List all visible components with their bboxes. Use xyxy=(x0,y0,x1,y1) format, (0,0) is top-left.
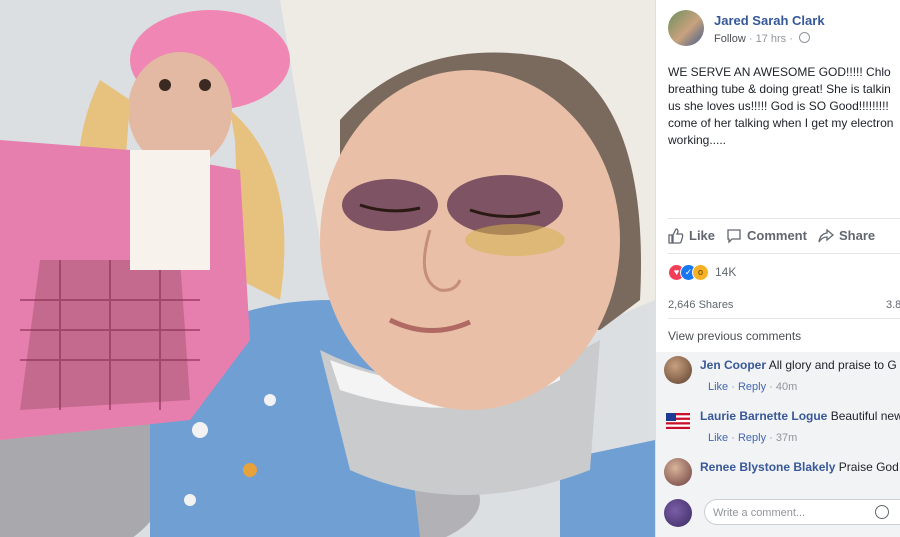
thumbs-up-icon xyxy=(668,228,684,244)
wow-icon: o xyxy=(692,264,709,281)
reaction-count[interactable]: 14K xyxy=(715,265,736,279)
comment-bubble: Renee Blystone Blakely Praise God xyxy=(700,460,899,474)
view-previous-comments[interactable]: View previous comments xyxy=(668,329,801,343)
comment-actions: Like · Reply · 40m xyxy=(708,381,798,393)
photo-illustration xyxy=(0,0,655,537)
post-text-line: us she loves us!!!!! God is SO Good!!!!!… xyxy=(668,99,889,113)
comment-reply-link[interactable]: Reply xyxy=(738,432,766,444)
post-sidebar: Jared Sarah Clark Follow · 17 hrs · WE S… xyxy=(655,0,900,537)
post-photo[interactable] xyxy=(0,0,655,537)
view-count-partial: 3.8 xyxy=(886,299,900,311)
commenter-name[interactable]: Renee Blystone Blakely xyxy=(700,460,835,474)
comment-item: Laurie Barnette Logue Beautiful new Like… xyxy=(664,403,900,449)
meta-separator-2: · xyxy=(789,33,796,45)
comment-bubble: Laurie Barnette Logue Beautiful new xyxy=(700,409,900,423)
share-button[interactable]: Share xyxy=(818,228,875,244)
reactions-summary[interactable]: ♥ ✓ o 14K xyxy=(668,264,900,282)
follow-link[interactable]: Follow xyxy=(714,33,746,45)
comment-like-link[interactable]: Like xyxy=(708,432,728,444)
commenter-avatar[interactable] xyxy=(664,458,692,486)
post-meta: Follow · 17 hrs · xyxy=(714,32,810,45)
divider xyxy=(668,318,900,319)
comment-bubble: Jen Cooper All glory and praise to G xyxy=(700,358,897,372)
like-label: Like xyxy=(689,228,716,243)
meta-separator: · xyxy=(748,33,756,45)
post-text-line: breathing tube & doing great! She is tal… xyxy=(668,82,891,96)
commenter-avatar[interactable] xyxy=(664,356,692,384)
post-text: WE SERVE AN AWESOME GOD!!!!! Chlo breath… xyxy=(668,64,900,149)
share-count[interactable]: 2,646 Shares xyxy=(668,299,733,311)
emoji-icon[interactable] xyxy=(875,505,889,519)
comment-actions: Like · Reply · 37m xyxy=(708,432,798,444)
divider xyxy=(668,253,900,254)
post-time[interactable]: 17 hrs xyxy=(756,33,787,45)
viewer-avatar xyxy=(664,499,692,527)
like-button[interactable]: Like xyxy=(668,228,715,244)
comment-text: Praise God xyxy=(838,460,899,474)
divider xyxy=(668,218,900,219)
comment-composer: Write a comment... xyxy=(664,497,900,529)
comment-text: Beautiful new xyxy=(830,409,900,423)
comment-item: Jen Cooper All glory and praise to G Lik… xyxy=(664,352,900,398)
post-header: Jared Sarah Clark Follow · 17 hrs · xyxy=(668,10,900,50)
post-actions: Like Comment Share xyxy=(668,226,900,248)
comment-reply-link[interactable]: Reply xyxy=(738,381,766,393)
comment-text: All glory and praise to G xyxy=(768,358,897,372)
author-avatar[interactable] xyxy=(668,10,704,46)
comment-label: Comment xyxy=(747,228,807,243)
comment-input[interactable]: Write a comment... xyxy=(704,499,900,525)
comment-time: 37m xyxy=(775,432,798,444)
comment-icon xyxy=(727,229,741,244)
post-text-line: come of her talking when I get my electr… xyxy=(668,116,894,130)
comments-section: Jen Cooper All glory and praise to G Lik… xyxy=(656,352,900,537)
share-label: Share xyxy=(839,228,876,243)
share-icon xyxy=(818,228,835,243)
comment-time: 40m xyxy=(775,381,798,393)
comment-button[interactable]: Comment xyxy=(726,228,807,244)
commenter-name[interactable]: Laurie Barnette Logue xyxy=(700,409,827,423)
post-text-line: WE SERVE AN AWESOME GOD!!!!! Chlo xyxy=(668,65,891,79)
comment-like-link[interactable]: Like xyxy=(708,381,728,393)
commenter-name[interactable]: Jen Cooper xyxy=(700,358,766,372)
us-flag-icon xyxy=(666,413,690,429)
flag-avatar[interactable] xyxy=(664,407,692,435)
globe-icon xyxy=(798,32,810,43)
author-name[interactable]: Jared Sarah Clark xyxy=(714,13,825,28)
post-text-line: working..... xyxy=(668,133,727,147)
comment-item: Renee Blystone Blakely Praise God xyxy=(664,454,900,500)
